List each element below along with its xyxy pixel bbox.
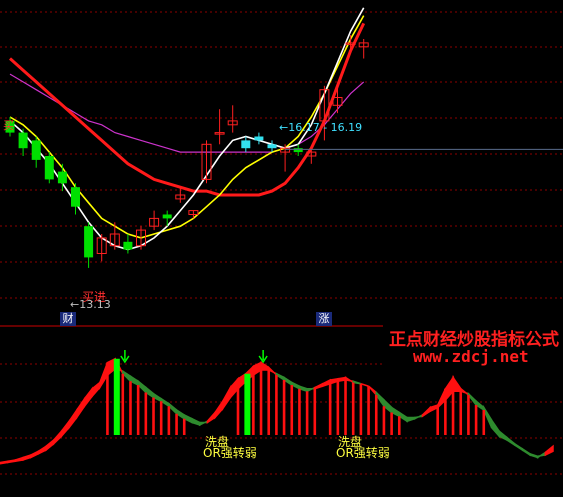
- indicator-ribbon: [544, 444, 554, 457]
- indicator-bar: [106, 362, 109, 435]
- indicator-ribbon: [506, 435, 516, 447]
- indicator-bar: [275, 375, 278, 435]
- indicator-bar: [152, 397, 155, 435]
- stock-chart: [0, 7, 563, 475]
- indicator-bar: [451, 377, 455, 435]
- indicator-ribbon: [198, 420, 209, 427]
- indicator-ribbon: [29, 450, 40, 459]
- indicator-ribbon: [513, 442, 524, 452]
- indicator-bar: [252, 366, 255, 435]
- indicator-bar: [259, 362, 263, 435]
- indicator-bar: [290, 385, 294, 435]
- watermark: 正点财经炒股指标公式 www.zdcj.net: [383, 322, 563, 374]
- indicator-ribbon: [0, 460, 9, 465]
- candle-body: [44, 156, 54, 180]
- indicator-ribbon: [14, 456, 24, 463]
- indicator-bar: [267, 367, 271, 435]
- indicator-bar: [336, 378, 340, 435]
- indicator-ribbon: [68, 407, 78, 430]
- indicator-ribbon: [45, 438, 55, 452]
- range-label: ←16.17 - 16.19: [279, 121, 363, 134]
- indicator-bar: [282, 380, 286, 435]
- badge-left: 财: [60, 312, 76, 326]
- indicator-bar: [482, 410, 486, 435]
- indicator-bar: [121, 373, 125, 435]
- indicator-ribbon: [406, 416, 416, 423]
- indicator-bar: [459, 388, 463, 435]
- indicator-bar: [313, 387, 317, 435]
- indicator-label-bottom-1: OR强转弱: [203, 446, 257, 460]
- ma-magenta-line: [9, 73, 365, 153]
- indicator-ribbon: [191, 417, 201, 427]
- indicator-ribbon: [60, 419, 70, 439]
- indicator-bar: [474, 405, 478, 435]
- indicator-bar: [236, 378, 240, 435]
- indicator-bar: [467, 395, 470, 435]
- indicator-bar: [397, 416, 401, 435]
- low-price-label: ←13.13: [70, 298, 111, 311]
- indicator-ribbon: [490, 417, 500, 439]
- indicator-ribbon: [83, 386, 93, 409]
- candle-body: [162, 214, 172, 219]
- indicator-ribbon: [22, 453, 32, 462]
- candle-body: [18, 132, 28, 149]
- indicator-bar: [129, 381, 132, 435]
- indicator-ribbon: [214, 398, 224, 420]
- indicator-bar: [113, 358, 120, 435]
- indicator-bar: [367, 386, 370, 435]
- indicator-label-bottom-2: OR强转弱: [336, 446, 390, 460]
- indicator-ribbon: [414, 413, 424, 420]
- indicator-ribbon: [221, 384, 232, 412]
- indicator-bar: [390, 412, 393, 435]
- top-left-label: 买: [3, 119, 14, 132]
- candle-body: [267, 144, 277, 149]
- candle-body: [123, 241, 133, 250]
- indicator-bar: [305, 391, 309, 435]
- indicator-bar: [351, 382, 355, 435]
- indicator-ribbon: [521, 447, 531, 457]
- indicator-bar: [382, 406, 386, 435]
- chart-stage: 财 涨 正点财经炒股指标公式 www.zdcj.net 买进 ←13.13 ←1…: [0, 0, 563, 497]
- candle-body: [31, 140, 41, 160]
- indicator-bar: [167, 406, 171, 435]
- indicator-ribbon: [53, 429, 63, 446]
- indicator-ribbon: [37, 444, 47, 455]
- indicator-bar: [328, 380, 332, 435]
- indicator-bar: [436, 405, 439, 435]
- badge-mid: 涨: [316, 312, 332, 326]
- indicator-bar: [344, 377, 347, 435]
- candle-body: [84, 226, 94, 258]
- candle-body: [57, 171, 67, 184]
- indicator-ribbon: [536, 451, 547, 459]
- candle-body: [71, 187, 80, 207]
- candle-body: [241, 140, 251, 149]
- indicator-ribbon: [529, 452, 539, 459]
- indicator-bar: [298, 388, 301, 435]
- indicator-bar: [144, 392, 148, 435]
- candle-body: [254, 136, 264, 141]
- watermark-url: www.zdcj.net: [413, 347, 529, 366]
- indicator-bar: [444, 388, 447, 435]
- indicator-ribbon: [91, 380, 101, 399]
- indicator-bar: [182, 418, 186, 435]
- indicator-ribbon: [6, 459, 17, 464]
- indicator-bar: [359, 383, 363, 435]
- indicator-ribbon: [206, 410, 216, 424]
- indicator-bar: [175, 413, 178, 435]
- indicator-ribbon: [498, 429, 508, 442]
- indicator-bar: [136, 385, 140, 435]
- candle-body: [293, 148, 303, 153]
- indicator-bar: [244, 373, 251, 435]
- indicator-ribbon: [421, 405, 431, 418]
- indicator-bar: [159, 401, 163, 435]
- indicator-bar: [374, 395, 378, 435]
